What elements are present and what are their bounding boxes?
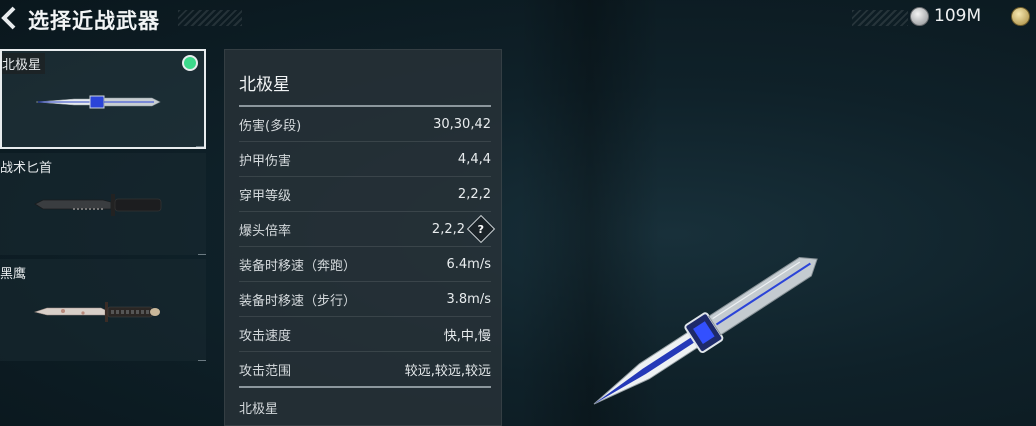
- stat-row-damage: 伤害(多段) 30,30,42: [239, 107, 491, 142]
- page-title: 选择近战武器: [28, 9, 160, 33]
- polaris-knife-icon: [35, 95, 161, 109]
- stat-value: 30,30,42: [433, 116, 491, 132]
- stat-label: 装备时移速（步行）: [239, 293, 357, 309]
- stat-label: 穿甲等级: [239, 188, 292, 204]
- selected-indicator-icon: [184, 57, 196, 69]
- weapon-detail-footer: 北极星: [239, 402, 279, 417]
- stat-label: 装备时移速（奔跑）: [239, 258, 357, 274]
- stat-value: 4,4,4: [457, 151, 491, 167]
- black-hawk-knife-icon: [33, 302, 160, 322]
- stat-row-walk-speed: 装备时移速（步行） 3.8m/s: [239, 282, 491, 317]
- back-arrow-icon[interactable]: [0, 4, 20, 32]
- stat-value: 较远,较远,较远: [404, 363, 491, 379]
- stat-row-penetration-level: 穿甲等级 2,2,2: [239, 177, 491, 212]
- weapon-card-beijixing[interactable]: 北极星: [0, 49, 206, 149]
- title-hatch-decoration: [178, 10, 242, 26]
- weapon-card-tactical-dagger[interactable]: 战术匕首: [0, 153, 206, 255]
- stat-value: 6.4m/s: [446, 256, 492, 272]
- stat-row-headshot-multiplier: 爆头倍率 2,2,2 ?: [239, 212, 496, 247]
- currency-display: 109M: [910, 6, 981, 26]
- weapon-card-label: 战术匕首: [0, 161, 53, 176]
- weapon-card-black-hawk[interactable]: 黑鹰: [0, 259, 206, 361]
- card-corner-decoration: [198, 254, 206, 255]
- stat-value: 3.8m/s: [446, 291, 492, 307]
- stat-label: 伤害(多段): [239, 118, 302, 134]
- stat-label: 护甲伤害: [239, 153, 292, 169]
- stat-label: 爆头倍率: [239, 223, 292, 239]
- stat-value: 2,2,2: [457, 186, 491, 202]
- currency-hatch-decoration: [852, 10, 908, 26]
- polaris-knife-preview-icon: [593, 257, 818, 405]
- weapon-detail-title: 北极星: [239, 75, 290, 95]
- tactical-dagger-icon: [34, 194, 162, 216]
- help-question-icon[interactable]: ?: [466, 214, 496, 244]
- stat-value: 2,2,2: [431, 221, 465, 237]
- stat-label: 攻击速度: [239, 328, 292, 344]
- stat-row-attack-range: 攻击范围 较远,较远,较远: [239, 352, 491, 386]
- currency-value: 109M: [934, 6, 982, 26]
- stat-row-run-speed: 装备时移速（奔跑） 6.4m/s: [239, 247, 491, 282]
- weapon-card-label: 北极星: [2, 53, 46, 74]
- card-corner-decoration: [196, 146, 204, 147]
- silver-coin-icon: [910, 6, 929, 26]
- footer-divider: [239, 386, 491, 388]
- stat-value: 快,中,慢: [443, 328, 491, 344]
- stat-label: 攻击范围: [239, 363, 292, 379]
- card-corner-decoration: [198, 360, 206, 361]
- gold-coin-icon: [1011, 7, 1030, 26]
- weapon-detail-panel: 北极星 伤害(多段) 30,30,42 护甲伤害 4,4,4 穿甲等级 2,2,…: [224, 49, 502, 426]
- weapon-card-label: 黑鹰: [0, 267, 27, 282]
- stat-row-attack-speed: 攻击速度 快,中,慢: [239, 317, 491, 352]
- stat-row-armor-damage: 护甲伤害 4,4,4: [239, 142, 491, 177]
